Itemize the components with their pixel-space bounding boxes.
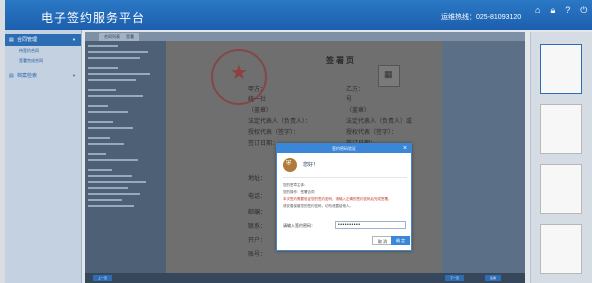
info-line [88, 193, 140, 195]
next-page-button[interactable]: 下一页 [445, 275, 465, 281]
doc-row-lower: 开户： [248, 238, 267, 244]
doc-row-lower: 账号： [248, 252, 267, 258]
info-line [88, 159, 138, 161]
doc-row-right: 法定代表人（负责人）或 [346, 119, 413, 125]
info-line [88, 73, 150, 75]
doc-row-left: （盖章） [248, 108, 273, 114]
menu-icon: ▤ [9, 37, 14, 43]
dialog-divider [283, 177, 407, 178]
app-window: 电子签约服务平台 运维热线：025-81093120 ⌂ 🔒︎ ? ⏻ ▤ 合同… [5, 0, 592, 283]
contract-info-panel [85, 41, 169, 273]
sidebar-group-label: 档案检索 [17, 73, 38, 79]
dialog-greeting: 您好！ [303, 162, 319, 168]
password-dialog: 签约密码验证 × ⛨ 您好！ 您的签章主体： 您的操作：签署合同 本次签约需要验… [276, 143, 412, 251]
doc-row-right: 号 [346, 97, 353, 103]
sidebar-item-pending[interactable]: 待签约合同 [5, 46, 81, 56]
document-title: 签署页 [326, 56, 356, 65]
help-icon[interactable]: ? [565, 5, 570, 15]
sidebar-group-contracts[interactable]: ▤ 合同管理 ▼ [5, 34, 81, 46]
page-thumbnail[interactable] [540, 164, 582, 214]
qr-icon: ▦ [384, 69, 393, 79]
tab-sign[interactable]: 签署 [121, 33, 139, 41]
dialog-text-line: 请妥善保管您的签约密码，切勿泄露给他人。 [283, 204, 353, 208]
info-line [88, 121, 113, 123]
info-line [88, 137, 110, 139]
info-line [88, 169, 112, 171]
doc-row-right: （盖章） [346, 108, 371, 114]
qr-code: ▦ [378, 65, 400, 87]
cancel-button[interactable]: 取 消 [372, 236, 394, 245]
emblem-glyph: ⛨ [286, 160, 292, 167]
top-bar: 电子签约服务平台 运维热线：025-81093120 ⌂ 🔒︎ ? ⏻ [5, 0, 592, 30]
chevron-down-icon: ▼ [72, 73, 76, 78]
doc-row-left: 甲方： [248, 87, 267, 93]
doc-row-lower: 地址： [248, 176, 267, 182]
page-thumbnail[interactable] [540, 44, 582, 94]
info-line [88, 95, 143, 97]
info-line [88, 105, 108, 107]
dialog-text-line: 本次签约需要验证您的签约密码，请输入正确的签约密码后完成签署。 [283, 197, 392, 201]
seal-star-icon: ★ [230, 62, 248, 84]
support-hotline: 运维热线：025-81093120 [441, 14, 522, 21]
info-line [88, 199, 122, 201]
info-line [88, 51, 148, 53]
dialog-title: 签约密码验证 [332, 146, 356, 151]
doc-row-left: 统一社 [248, 97, 267, 103]
menu-icon: ▤ [9, 73, 14, 79]
info-line [88, 67, 118, 69]
password-field[interactable]: •••••••••• [335, 221, 406, 229]
doc-row-lower: 邮编： [248, 210, 267, 216]
chevron-down-icon: ▼ [72, 37, 76, 42]
confirm-button[interactable]: 确 定 [391, 236, 411, 245]
home-icon[interactable]: ⌂ [535, 5, 540, 15]
info-line [88, 79, 136, 81]
bottom-toolbar: 上一页 下一页 签署 [85, 273, 525, 283]
info-line [88, 57, 140, 59]
close-icon[interactable]: × [403, 144, 407, 153]
info-line [88, 181, 146, 183]
power-icon[interactable]: ⏻ [580, 5, 587, 15]
doc-row-lower: 联系： [248, 224, 267, 230]
password-label: 请输入签约密码： [283, 223, 315, 228]
info-line [88, 89, 116, 91]
doc-row-lower: 电话： [248, 194, 267, 200]
doc-row-right: 授权代表（签字）： [346, 130, 398, 136]
info-line [88, 143, 124, 145]
dialog-header: 签约密码验证 × [277, 144, 411, 153]
top-icon-group: ⌂ 🔒︎ ? ⏻ [535, 5, 587, 15]
prev-page-button[interactable]: 上一页 [93, 275, 113, 281]
sidebar-group-archive[interactable]: ▤ 档案检索 ▼ [5, 70, 81, 82]
sidebar-item-completed[interactable]: 签署完成合同 [5, 56, 81, 66]
emblem-icon: ⛨ [283, 158, 297, 172]
app-title: 电子签约服务平台 [41, 11, 146, 25]
page-thumbnails [530, 32, 592, 283]
doc-row-left: 签订日期： [248, 141, 279, 147]
info-line [88, 175, 132, 177]
info-line [88, 111, 128, 113]
page-thumbnail[interactable] [540, 224, 582, 274]
dialog-text-line: 您的操作：签署合同 [283, 190, 315, 194]
dialog-text-line: 您的签章主体： [283, 183, 308, 187]
doc-row-left: 法定代表人（负责人）： [248, 119, 312, 125]
info-line [88, 45, 118, 47]
doc-row-right: 乙方： [346, 87, 365, 93]
sign-button[interactable]: 签署 [485, 275, 502, 281]
info-line [88, 205, 134, 207]
doc-row-left: 授权代表（签字）： [248, 130, 300, 136]
tab-bar: 合同列表 签署 [85, 32, 525, 41]
lock-icon[interactable]: 🔒︎ [550, 5, 555, 15]
info-line [88, 187, 128, 189]
info-line [88, 127, 133, 129]
sidebar-group-label: 合同管理 [17, 37, 38, 43]
sidebar: ▤ 合同管理 ▼ 待签约合同 签署完成合同 ▤ 档案检索 ▼ [5, 30, 82, 283]
page-thumbnail[interactable] [540, 104, 582, 154]
info-line [88, 153, 106, 155]
